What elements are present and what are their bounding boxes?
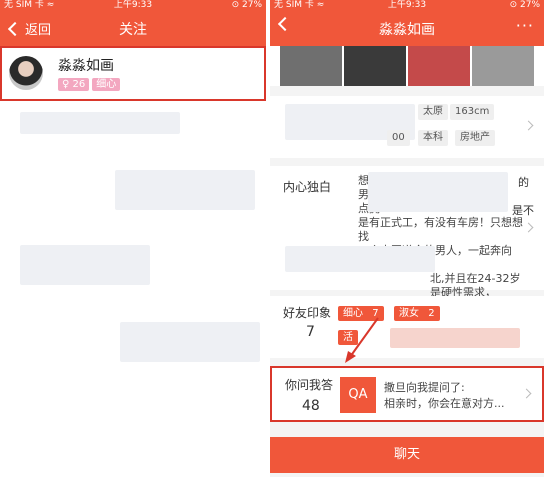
photo-thumb[interactable] [408,46,470,86]
blurred-row [20,112,180,134]
clock: 上午9:33 [387,0,427,10]
qa-icon: QA [340,377,376,413]
avatar [9,56,43,90]
blurred-text [285,246,435,272]
impression-tag-text: 淑女 [399,308,419,319]
monologue-tail: 是不 [512,204,534,217]
qa-entry[interactable]: 你问我答 48 QA 撒旦向我提问了: 相亲时，你会在意对方... [270,366,544,422]
battery-indicator: ⊙ 27% [231,0,262,10]
monologue-line: 北,并且在24-32岁 [430,272,521,285]
impression-tag-count: 2 [428,308,435,319]
impression-tag-count: 7 [372,308,379,319]
section-label: 你问我答 [285,378,334,392]
info-tag: 太原 [418,104,448,120]
age-tag: ♀ 26 [58,78,90,91]
monologue-tail: 的 [518,176,529,189]
status-bar: 无 SIM 卡 ≈ 上午9:33 ⊙ 27% [270,0,544,10]
user-name: 淼淼如画 [58,58,114,74]
nav-bar: 淼淼如画 ··· [270,10,544,46]
status-bar: 无 SIM 卡 ≈ 上午9:33 ⊙ 27% [0,0,266,10]
photo-thumb[interactable] [344,46,406,86]
blurred-text [368,172,508,212]
info-tag: 00 [387,130,410,146]
blurred-row [115,170,255,210]
impression-tag-text: 活 [343,332,353,343]
photo-thumb[interactable] [472,46,534,86]
page-title: 关注 [119,22,147,38]
blurred-tags [390,328,520,348]
info-tag: 房地产 [455,130,495,146]
chat-button[interactable]: 聊天 [270,437,544,473]
friend-impression-card[interactable]: 好友印象 7 细心 7 淑女 2 活 [270,296,544,358]
follow-list-item[interactable]: 淼淼如画 ♀ 26 细心 [0,46,266,101]
qa-count: 48 [302,398,320,414]
info-tag: 163cm [450,104,495,120]
section-label: 好友印象 [283,306,332,320]
nav-bar: 返回 关注 [0,10,266,46]
chevron-right-icon [521,388,532,399]
monologue-line: 是有正式工，有没有车房！只想想找 [358,216,523,243]
impression-tag: 细心 7 [338,306,384,321]
blurred-row [120,322,260,362]
page-title: 淼淼如画 [379,22,435,38]
impression-tag-text: 细心 [343,308,363,319]
photo-strip[interactable] [270,46,544,86]
photo-thumb[interactable] [280,46,342,86]
inner-monologue-card[interactable]: 内心独白 想 男 点拥 是有正式工，有没有车房！只想想找 一个志同道合的男人，一… [270,166,544,299]
impression-count: 7 [306,324,315,340]
qa-line1: 撒旦向我提问了: [384,381,465,394]
clock: 上午9:33 [113,0,153,10]
blurred-row [20,245,150,285]
follow-list-screen: 无 SIM 卡 ≈ 上午9:33 ⊙ 27% 返回 关注 淼淼如画 ♀ 26 细… [0,0,266,477]
qa-line2: 相亲时，你会在意对方... [384,397,505,410]
trait-tag: 细心 [92,78,121,91]
more-icon[interactable]: ··· [516,16,534,35]
battery-indicator: ⊙ 27% [509,0,540,10]
basic-info-card[interactable]: 太原 163cm 00 本科 房地产 [270,96,544,158]
profile-screen: 无 SIM 卡 ≈ 上午9:33 ⊙ 27% 淼淼如画 ··· 太原 163cm… [270,0,544,477]
impression-tag: 活 [338,330,358,345]
section-label: 内心独白 [283,180,332,194]
user-tags: ♀ 26 细心 [58,78,121,91]
impression-tag: 淑女 2 [394,306,440,321]
chevron-right-icon [523,120,534,131]
info-tag: 本科 [418,130,448,146]
